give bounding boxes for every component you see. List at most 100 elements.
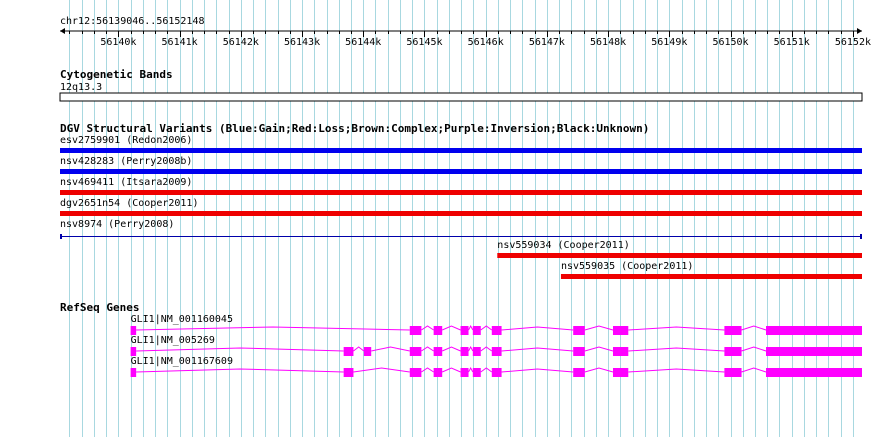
intron-line xyxy=(442,325,461,331)
exon-block[interactable] xyxy=(612,326,629,335)
transcript-label: GLI1|NM_001160045 xyxy=(131,314,233,325)
cytoband-label: 12q13.3 xyxy=(60,82,102,93)
dgv-feature-bar[interactable] xyxy=(60,169,862,174)
exon-block[interactable] xyxy=(433,326,443,335)
ruler-tick-label: 56150k xyxy=(712,37,748,48)
dgv-feature-bar[interactable] xyxy=(60,148,862,153)
locus-label: chr12:56139046..56152148 xyxy=(60,16,205,27)
intron-line xyxy=(421,325,434,331)
exon-block[interactable] xyxy=(433,347,443,356)
refseq-features: GLI1|NM_001160045 GLI1|NM_005269 GLI1|NM_0… xyxy=(130,314,862,377)
intron-line xyxy=(442,346,461,352)
exon-block[interactable] xyxy=(491,347,502,356)
exon-block[interactable] xyxy=(343,347,354,356)
intron-line xyxy=(741,325,767,331)
exon-block[interactable] xyxy=(409,326,422,335)
dgv-feature-label: nsv559034 (Cooper2011) xyxy=(497,240,629,251)
exon-block[interactable] xyxy=(363,347,372,356)
exon-block[interactable] xyxy=(573,326,585,335)
ruler-tick-label: 56141k xyxy=(162,37,198,48)
dgv-feature-label: nsv469411 (Itsara2009) xyxy=(60,177,192,188)
exon-block[interactable] xyxy=(766,347,862,356)
exon-block[interactable] xyxy=(130,368,137,377)
cytoband-bar[interactable] xyxy=(59,92,863,102)
exon-block[interactable] xyxy=(433,368,443,377)
dgv-feature-bar[interactable] xyxy=(60,190,862,195)
exon-block[interactable] xyxy=(130,326,137,335)
dgv-track-title: DGV Structural Variants (Blue:Gain;Red:L… xyxy=(60,122,649,135)
exon-block[interactable] xyxy=(472,368,481,377)
transcript-label: GLI1|NM_001167609 xyxy=(131,356,233,367)
refseq-transcript[interactable]: GLI1|NM_005269 xyxy=(130,335,862,356)
intron-line xyxy=(501,368,574,373)
dgv-feature-label: dgv2651n54 (Cooper2011) xyxy=(60,198,198,209)
intron-line xyxy=(136,326,410,331)
ruler-right-arrow-icon xyxy=(857,28,862,34)
exon-block[interactable] xyxy=(460,347,469,356)
intron-line xyxy=(501,347,574,352)
intron-line xyxy=(353,367,410,373)
exon-block[interactable] xyxy=(130,347,137,356)
intron-line xyxy=(468,366,474,373)
ruler-tick-label: 56146k xyxy=(468,37,504,48)
ruler-tick-label: 56142k xyxy=(223,37,259,48)
dgv-feature-label: nsv428283 (Perry2008b) xyxy=(60,156,192,167)
exon-block[interactable] xyxy=(460,326,469,335)
genome-browser-canvas: chr12:56139046..56152148 56140k 56141k 561… xyxy=(59,0,871,437)
dgv-feature[interactable]: nsv559034 (Cooper2011) xyxy=(497,240,862,258)
exon-block[interactable] xyxy=(724,326,742,335)
exon-block[interactable] xyxy=(491,326,502,335)
intron-line xyxy=(741,367,767,373)
ruler-tick-label: 56152k xyxy=(835,37,871,48)
intron-line xyxy=(628,347,725,352)
exon-block[interactable] xyxy=(472,326,481,335)
intron-line xyxy=(371,346,410,352)
exon-block[interactable] xyxy=(409,368,422,377)
ruler-tick-label: 56148k xyxy=(590,37,626,48)
refseq-transcript[interactable]: GLI1|NM_001167609 xyxy=(130,356,862,377)
ruler-tick-label: 56143k xyxy=(284,37,320,48)
intron-line xyxy=(741,346,767,352)
exon-block[interactable] xyxy=(573,347,585,356)
ruler-tick-label: 56145k xyxy=(406,37,442,48)
intron-line xyxy=(442,367,461,373)
exon-block[interactable] xyxy=(766,368,862,377)
dgv-feature-label: nsv559035 (Cooper2011) xyxy=(561,261,693,272)
exon-block[interactable] xyxy=(460,368,469,377)
cytoband-track-title: Cytogenetic Bands xyxy=(60,68,173,81)
exon-block[interactable] xyxy=(612,347,629,356)
ruler-track[interactable]: chr12:56139046..56152148 56140k 56141k 561… xyxy=(60,16,871,48)
dgv-feature-label: esv2759901 (Redon2006) xyxy=(60,135,192,146)
exon-block[interactable] xyxy=(409,347,422,356)
refseq-track-title: RefSeq Genes xyxy=(60,301,139,314)
exon-block[interactable] xyxy=(766,326,862,335)
dgv-feature-start-cap xyxy=(60,234,62,239)
dgv-feature-bar[interactable] xyxy=(60,211,862,216)
intron-line xyxy=(421,346,434,352)
ruler-tick-label: 56147k xyxy=(529,37,565,48)
exon-block[interactable] xyxy=(724,368,742,377)
ruler-tick-label: 56149k xyxy=(651,37,687,48)
dgv-feature-end-cap xyxy=(860,234,862,239)
intron-line xyxy=(501,326,574,331)
ruler-left-arrow-icon xyxy=(60,28,65,34)
intron-line xyxy=(468,345,474,352)
exon-block[interactable] xyxy=(573,368,585,377)
exon-block[interactable] xyxy=(472,347,481,356)
exon-block[interactable] xyxy=(343,368,354,377)
intron-line xyxy=(353,346,365,352)
dgv-feature-bar[interactable] xyxy=(497,253,862,258)
intron-line xyxy=(421,367,434,373)
dgv-feature-label: nsv8974 (Perry2008) xyxy=(60,219,174,230)
intron-line xyxy=(628,326,725,331)
ruler-tick-label: 56140k xyxy=(100,37,136,48)
exon-block[interactable] xyxy=(612,368,629,377)
exon-block[interactable] xyxy=(491,368,502,377)
ruler-ticks: 56140k 56141k 56142k 56143k 56144k 56145k 5614… xyxy=(69,31,871,48)
exon-block[interactable] xyxy=(724,347,742,356)
dgv-feature-bar[interactable] xyxy=(560,274,862,279)
intron-line xyxy=(468,324,474,331)
transcript-label: GLI1|NM_005269 xyxy=(131,335,215,346)
intron-line xyxy=(628,368,725,373)
refseq-transcript[interactable]: GLI1|NM_001160045 xyxy=(130,314,862,335)
